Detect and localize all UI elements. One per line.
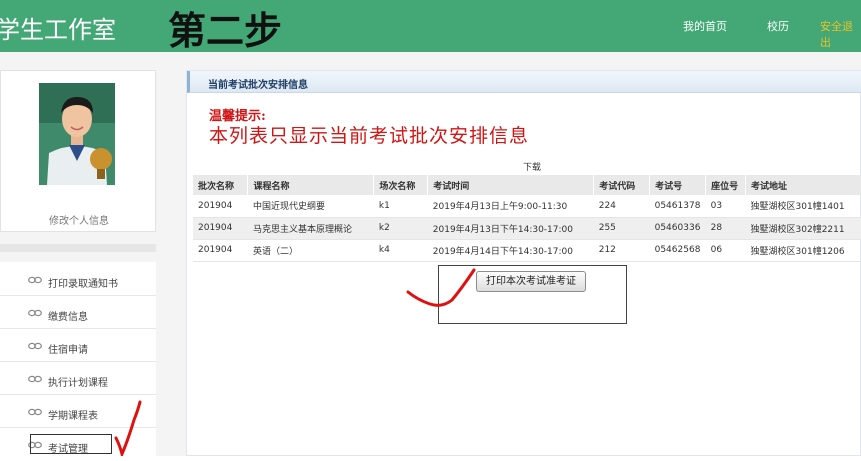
column-header: 考试时间 bbox=[427, 175, 595, 195]
table-cell: 03 bbox=[705, 195, 746, 218]
table-cell: 05460336 bbox=[649, 217, 706, 240]
section-header: 当前考试批次安排信息 bbox=[187, 71, 861, 93]
table-cell: 201904 bbox=[193, 217, 248, 240]
column-header: 考试地址 bbox=[745, 175, 861, 195]
table-cell: 06 bbox=[705, 239, 746, 262]
chain-link-icon bbox=[28, 342, 42, 350]
table-cell: 独墅湖校区302幢2211 bbox=[745, 217, 861, 240]
table-row: 201904 马克思主义基本原理概论 k2 2019年4月13日下午14:30-… bbox=[193, 217, 861, 240]
main-content-panel: 当前考试批次安排信息 温馨提示: 本列表只显示当前考试批次安排信息 下载 批次名… bbox=[186, 70, 861, 456]
table-row: 201904 英语（二） k4 2019年4月14日下午14:30-17:00 … bbox=[193, 239, 861, 262]
download-link[interactable]: 下载 bbox=[523, 160, 541, 173]
avatar bbox=[39, 83, 115, 185]
table-cell: 独墅湖校区301幢1401 bbox=[745, 195, 861, 218]
sidebar-item-payment[interactable]: 缴费信息 bbox=[0, 297, 156, 329]
profile-card: 修改个人信息 bbox=[0, 70, 156, 232]
site-title: 学生工作室 bbox=[0, 16, 116, 44]
nav-home-link[interactable]: 我的首页 bbox=[683, 18, 727, 34]
top-header: 学生工作室 第二步 我的首页 校历 安全退出 bbox=[0, 0, 861, 53]
column-header: 场次名称 bbox=[373, 175, 429, 195]
table-cell: 英语（二） bbox=[247, 239, 374, 262]
sidebar-item-timetable[interactable]: 学期课程表 bbox=[0, 396, 156, 428]
sidebar-divider bbox=[0, 244, 156, 252]
nav-logout-link[interactable]: 安全退出 bbox=[820, 18, 861, 50]
sidebar-item-plan-courses[interactable]: 执行计划课程 bbox=[0, 363, 156, 395]
table-cell: 马克思主义基本原理概论 bbox=[247, 217, 374, 240]
table-cell: 201904 bbox=[193, 195, 248, 218]
step-title: 第二步 bbox=[168, 8, 283, 53]
chain-link-icon bbox=[28, 309, 42, 317]
column-header: 考试号 bbox=[649, 175, 707, 195]
nav-calendar-link[interactable]: 校历 bbox=[767, 18, 789, 34]
table-cell: 2019年4月13日下午14:30-17:00 bbox=[427, 217, 594, 240]
sidebar-item-label: 缴费信息 bbox=[48, 312, 88, 323]
edit-profile-link[interactable]: 修改个人信息 bbox=[1, 212, 157, 227]
table-cell: 255 bbox=[593, 217, 650, 240]
sidebar-item-label: 住宿申请 bbox=[48, 345, 88, 356]
sidebar-item-label: 学期课程表 bbox=[48, 411, 98, 422]
column-header: 考试代码 bbox=[593, 175, 651, 195]
column-header: 课程名称 bbox=[247, 175, 375, 195]
chain-link-icon bbox=[28, 408, 42, 416]
table-row: 201904 中国近现代史纲要 k1 2019年4月13日上午9:00-11:3… bbox=[193, 195, 861, 218]
table-cell: 224 bbox=[593, 195, 650, 218]
table-cell: 中国近现代史纲要 bbox=[247, 195, 374, 218]
section-title: 当前考试批次安排信息 bbox=[208, 80, 308, 91]
table-cell: 05461378 bbox=[649, 195, 706, 218]
print-admission-ticket-button[interactable]: 打印本次考试准考证 bbox=[476, 271, 586, 292]
exam-schedule-table: 批次名称 课程名称 场次名称 考试时间 考试代码 考试号 座位号 考试地址 20… bbox=[193, 175, 861, 262]
column-header: 批次名称 bbox=[193, 175, 249, 195]
table-cell: k4 bbox=[373, 239, 428, 262]
sidebar-item-admission-letter[interactable]: 打印录取通知书 bbox=[0, 264, 156, 296]
chain-link-icon bbox=[28, 375, 42, 383]
tip-text: 本列表只显示当前考试批次安排信息 bbox=[209, 125, 530, 147]
sidebar-menu: 打印录取通知书 缴费信息 住宿申请 执行计划课程 学期课程表 考试管理 bbox=[0, 262, 156, 456]
table-cell: 2019年4月14日下午14:30-17:00 bbox=[427, 239, 594, 262]
table-cell: 2019年4月13日上午9:00-11:30 bbox=[427, 195, 594, 218]
table-cell: k2 bbox=[373, 217, 428, 240]
table-cell: 201904 bbox=[193, 239, 248, 262]
table-cell: 05462568 bbox=[649, 239, 706, 262]
sidebar-item-dormitory[interactable]: 住宿申请 bbox=[0, 330, 156, 362]
sidebar-item-label: 打印录取通知书 bbox=[48, 279, 118, 290]
chain-link-icon bbox=[28, 276, 42, 284]
table-header-row: 批次名称 课程名称 场次名称 考试时间 考试代码 考试号 座位号 考试地址 bbox=[193, 175, 861, 195]
sidebar-item-label: 执行计划课程 bbox=[48, 378, 108, 389]
table-cell: 28 bbox=[705, 217, 746, 240]
exam-management-highlight-box bbox=[30, 434, 112, 454]
table-cell: 独墅湖校区301幢1206 bbox=[745, 239, 861, 262]
table-cell: k1 bbox=[373, 195, 428, 218]
table-cell: 212 bbox=[593, 239, 650, 262]
column-header: 座位号 bbox=[705, 175, 747, 195]
